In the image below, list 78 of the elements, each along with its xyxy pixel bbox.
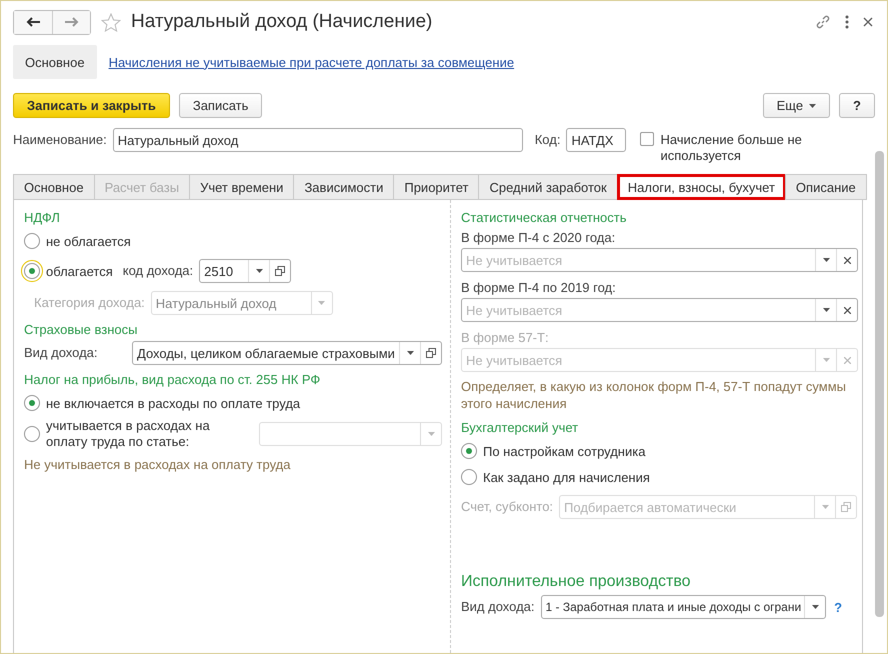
caret-icon [812,605,819,609]
section-title: Статистическая отчетность [461,209,628,227]
field-label: В форме 57-Т: [461,329,550,347]
radio-label: не включается в расходы по оплате труда [46,396,300,410]
more-button[interactable]: Еще [762,93,830,118]
caret-icon [822,308,830,312]
income-type-field[interactable]: Доходы, целиком облагаемые страховыми [132,341,442,365]
tab[interactable]: Описание [784,174,867,200]
close-button[interactable] [861,15,875,29]
close-icon [844,306,850,314]
field-label: Категория дохода: [34,294,145,312]
section-title: Страховые взносы [24,321,138,339]
tab[interactable]: Налоги, взносы, бухучет [616,174,786,200]
name-field[interactable]: Натуральный доход [112,128,523,152]
caret-icon [822,358,830,362]
back-button[interactable] [14,10,52,34]
radio-button[interactable] [461,469,477,485]
radio-label: Как задано для начисления [483,470,650,484]
kebab-menu-icon [845,15,849,29]
caret-icon [406,351,414,355]
checkbox[interactable] [640,132,654,146]
more-options-button[interactable] [843,13,851,31]
field-label: код дохода: [122,262,194,280]
radio-button[interactable] [24,426,40,442]
radio-label: По настройкам сотрудника [483,444,646,458]
arrow-left-icon [26,17,40,27]
field-label: Счет, субконто: [461,498,554,516]
arrow-right-icon [64,17,78,27]
related-link[interactable]: Начисления не учитываемые при расчете доплаты за совмещение [108,54,514,70]
caret-icon [822,505,829,509]
tab[interactable]: Зависимости [293,174,394,200]
caret-icon [428,432,434,436]
tab[interactable]: Учет времени [189,174,294,200]
field-label: Код: [534,131,560,149]
nav-tab[interactable]: Основное [13,45,97,79]
caret-icon [809,104,816,108]
radio-button[interactable] [24,233,40,249]
tab[interactable]: Приоритет [393,174,480,200]
checkbox-label: Начисление больше не используется [660,132,803,164]
close-icon [844,256,850,264]
link-icon [815,14,831,30]
section-title: Налог на прибыль, вид расхода по ст. 255 НК РФ [24,371,322,389]
section-title: НДФЛ [24,209,61,227]
field-label: Вид дохода: [24,344,99,362]
help-link[interactable]: ? [832,600,844,614]
caret-icon [822,258,830,262]
caret-icon [318,301,326,305]
code-field[interactable]: НАТДХ [566,128,626,152]
field-label: В форме П-4 по 2019 год: [461,279,617,297]
expense-article-field[interactable] [259,422,442,446]
help-button[interactable]: ? [839,93,875,118]
star-icon[interactable] [101,12,121,32]
field-label: Наименование: [13,131,107,149]
radio-button[interactable] [461,443,477,459]
save-and-close-button[interactable]: Записать и закрыть [13,93,170,118]
caret-icon [256,269,263,273]
income-code-field[interactable]: 2510 [199,259,292,283]
save-button[interactable]: Записать [178,93,262,118]
radio-button[interactable] [24,263,40,279]
close-icon [844,356,850,364]
section-title: Исполнительное производство [461,572,692,592]
field-label: В форме П-4 с 2020 года: [461,229,616,247]
open-window-icon [275,266,286,276]
section-title: Бухгалтерский учет [461,419,580,437]
open-window-icon [426,348,436,358]
close-icon [863,17,873,27]
tab[interactable]: Средний заработок [478,174,618,200]
enforcement-income-field[interactable]: 1 - Заработная плата и иные доходы с ограни [540,595,826,619]
tab[interactable]: Основное [13,174,95,200]
hint-text: Не учитывается в расходах на оплату труда [24,456,292,473]
radio-button[interactable] [24,395,40,411]
window-title: Натуральный доход (Начисление) [131,11,434,33]
hint-text: Определяет, в какую из колонок форм П-4, 57-Т попадут суммы этого начисления [461,378,848,412]
radio-label: облагается [46,264,113,278]
field-label: Вид дохода: [461,598,535,616]
radio-label: не облагается [46,234,131,248]
radio-label: учитывается в расходах на оплату труда по статье: [46,418,211,450]
open-window-icon [841,502,852,512]
